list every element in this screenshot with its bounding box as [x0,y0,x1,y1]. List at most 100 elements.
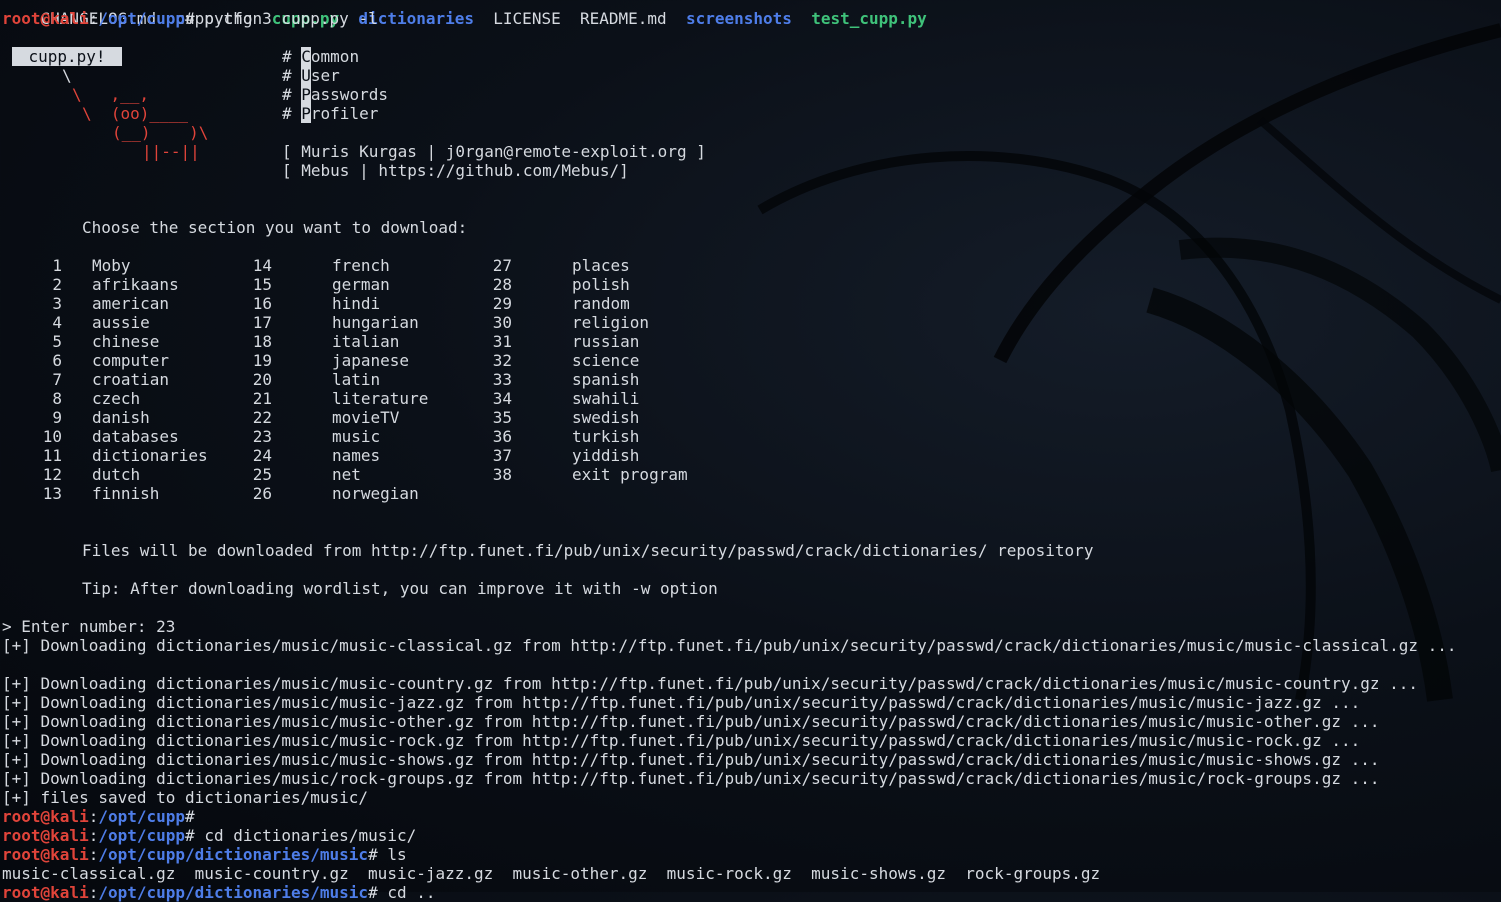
section-name: swahili [572,389,640,408]
cupp-badge: cupp.py! [12,47,122,66]
ls-dir: screenshots [685,9,792,28]
command-text: cd dictionaries/music/ [194,826,417,845]
menu-item-passwords: # Passwords [282,85,388,104]
section-name: german [332,275,390,294]
section-number: 38 [492,465,512,484]
enter-number: > Enter number: 23 [2,617,176,636]
section-number: 34 [492,389,512,408]
section-number: 2 [52,275,62,294]
prompt-user: root@kali [2,826,89,845]
cow-line: \ (oo)____ [82,104,188,123]
terminal[interactable]: CHANGELOG.md cupp.cfg cupp.py dictionari… [0,0,1501,902]
prompt-hash: # [368,883,378,902]
section-name: places [572,256,630,275]
ls-script: test_cupp.py [811,9,927,28]
section-name: exit program [572,465,688,484]
credit-line: [ Muris Kurgas | j0rgan@remote-exploit.o… [282,142,706,161]
download-line: [+] files saved to dictionaries/music/ [2,788,369,807]
section-name: afrikaans [92,275,179,294]
prompt-path: /opt/cupp [98,807,186,826]
ls-music-output: music-classical.gz music-country.gz musi… [2,864,1101,883]
section-number: 25 [252,465,272,484]
prompt-path: /opt/cupp [98,9,186,28]
section-number: 29 [492,294,512,313]
command-text: python3 cupp.py -l [194,9,378,28]
command-text: cd .. [377,883,436,902]
prompt-user: root@kali [2,807,89,826]
section-number: 4 [52,313,62,332]
menu-rest: rofiler [310,104,379,123]
section-name: latin [332,370,381,389]
cow-line: (__) )\ [112,123,209,142]
section-number: 10 [42,427,62,446]
section-number: 32 [492,351,512,370]
section-number: 18 [252,332,272,351]
cow-text: \ (oo)____ [82,104,188,123]
menu-item-common: # Common [282,47,359,66]
credit-line: [ Mebus | https://github.com/Mebus/] [282,161,629,180]
section-number: 24 [252,446,272,465]
section-name: croatian [92,370,170,389]
files-source: Files will be downloaded from http://ftp… [82,541,1094,560]
section-name: religion [572,313,650,332]
section-number: 22 [252,408,272,427]
prompt-user: root@kali [2,9,89,28]
menu-initial: P [301,85,311,104]
menu-rest: asswords [310,85,388,104]
download-line: [+] Downloading dictionaries/music/music… [2,674,1419,693]
section-name: dutch [92,465,141,484]
prompt-line: root@kali:/opt/cupp# [2,807,195,826]
prompt-path: /opt/cupp/dictionaries/music [98,845,369,864]
section-number: 15 [252,275,272,294]
cow-line: ||--|| [142,142,200,161]
section-name: computer [92,351,170,370]
section-name: Moby [92,256,131,275]
menu-prefix: # [282,104,302,123]
menu-prefix: # [282,66,302,85]
section-number: 14 [252,256,272,275]
prompt-line[interactable]: root@kali:/opt/cupp/dictionaries/music# … [2,883,436,902]
section-number: 9 [52,408,62,427]
menu-initial: U [301,66,311,85]
prompt-line: root@kali:/opt/cupp# cd dictionaries/mus… [2,826,416,845]
section-name: turkish [572,427,640,446]
section-name: norwegian [332,484,419,503]
section-name: swedish [572,408,640,427]
prompt-user: root@kali [2,845,89,864]
prompt-hash: # [185,9,195,28]
menu-rest: ser [310,66,340,85]
section-name: aussie [92,313,150,332]
section-name: polish [572,275,630,294]
section-number: 20 [252,370,272,389]
section-number: 6 [52,351,62,370]
section-name: literature [332,389,429,408]
section-number: 28 [492,275,512,294]
menu-prefix: # [282,85,302,104]
command-text: ls [377,845,407,864]
section-number: 37 [492,446,512,465]
menu-rest: ommon [310,47,360,66]
section-number: 36 [492,427,512,446]
prompt-user: root@kali [2,883,89,902]
section-number: 30 [492,313,512,332]
section-number: 13 [42,484,62,503]
cow-line: \ [62,66,72,85]
download-line: [+] Downloading dictionaries/music/music… [2,712,1380,731]
menu-item-user: # User [282,66,340,85]
prompt-sep: : [88,826,99,845]
download-line: [+] Downloading dictionaries/music/music… [2,693,1361,712]
download-line: [+] Downloading dictionaries/music/music… [2,731,1361,750]
section-name: music [332,427,381,446]
section-number: 17 [252,313,272,332]
menu-item-profiler: # Profiler [282,104,378,123]
section-number: 26 [252,484,272,503]
section-name: hungarian [332,313,419,332]
section-name: chinese [92,332,160,351]
prompt-path: /opt/cupp/dictionaries/music [98,883,369,902]
prompt-hash: # [185,826,195,845]
prompt-sep: : [88,807,99,826]
ls-file: README.md [579,9,667,28]
section-number: 31 [492,332,512,351]
section-name: hindi [332,294,381,313]
section-number: 8 [52,389,62,408]
